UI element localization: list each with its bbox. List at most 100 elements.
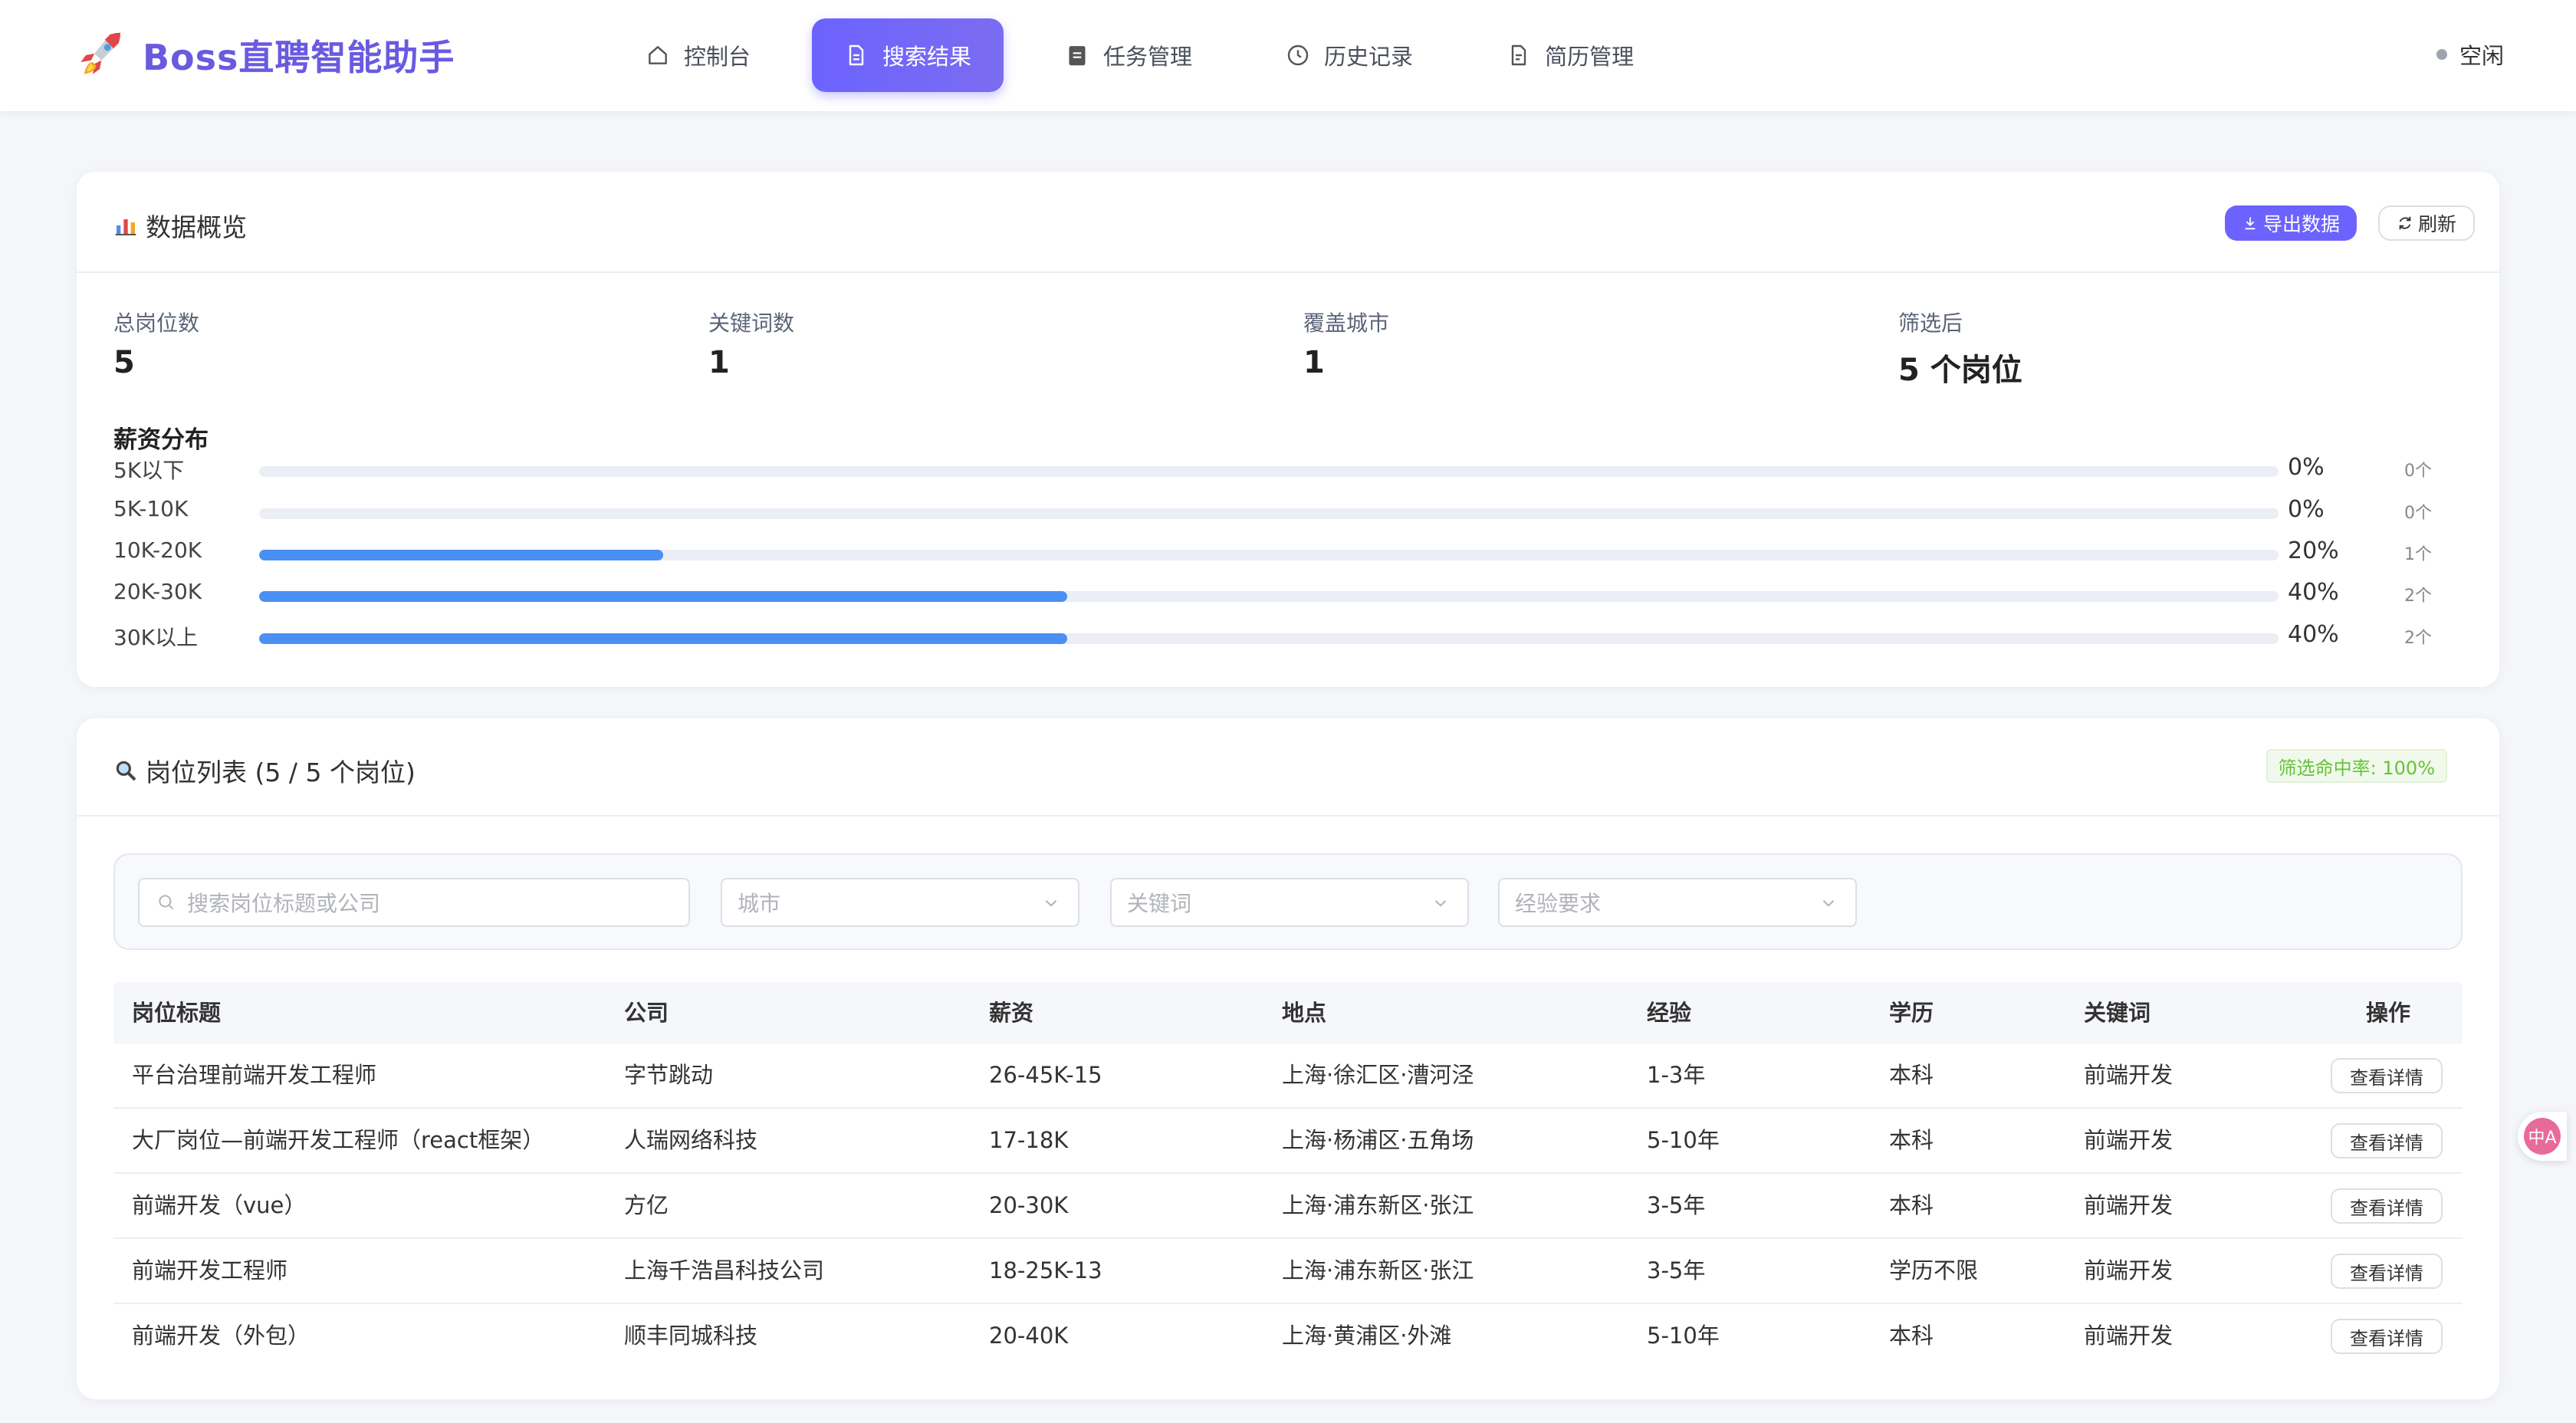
nav-task-management[interactable]: 任务管理 — [1033, 18, 1224, 92]
job-salary: 18-25K-13 — [989, 1257, 1102, 1283]
job-title: 前端开发（外包） — [132, 1323, 310, 1349]
export-label: 导出数据 — [2263, 214, 2341, 235]
salary-percent: 20% — [2288, 537, 2339, 564]
job-list-card: 岗位列表 (5 / 5 个岗位) 筛选命中率: 100% 搜索岗位标题或公司 城… — [77, 718, 2499, 1399]
job-table: 岗位标题 公司 薪资 地点 经验 学历 关键词 操作 平台治理前端开发工程师 字… — [113, 982, 2463, 1368]
job-education: 本科 — [1889, 1062, 1934, 1088]
nav-label: 控制台 — [684, 44, 751, 70]
job-company: 方亿 — [624, 1192, 669, 1218]
view-details-button[interactable]: 查看详情 — [2331, 1188, 2443, 1224]
view-details-button[interactable]: 查看详情 — [2331, 1319, 2443, 1354]
job-location: 上海·杨浦区·五角场 — [1282, 1127, 1474, 1153]
salary-bar-track — [259, 466, 2279, 477]
salary-distribution-title: 薪资分布 — [113, 426, 209, 454]
table-row: 平台治理前端开发工程师 字节跳动 26-45K-15 上海·徐汇区·漕河泾 1-… — [113, 1043, 2463, 1109]
translate-float-button[interactable]: 中A — [2518, 1112, 2567, 1161]
stats-row: 总岗位数 5 关键词数 1 覆盖城市 1 筛选后 5 个岗位 — [113, 307, 2475, 388]
table-row: 前端开发（外包） 顺丰同城科技 20-40K 上海·黄浦区·外滩 5-10年 本… — [113, 1304, 2463, 1368]
status-dot — [2436, 49, 2447, 60]
job-keyword: 前端开发 — [2084, 1127, 2174, 1153]
export-data-button[interactable]: 导出数据 — [2225, 205, 2358, 241]
job-experience: 3-5年 — [1647, 1257, 1706, 1283]
col-title: 岗位标题 — [132, 1000, 222, 1026]
keyword-select[interactable]: 关键词 — [1110, 878, 1469, 927]
job-title: 平台治理前端开发工程师 — [132, 1062, 377, 1088]
hit-rate-badge: 筛选命中率: 100% — [2266, 749, 2447, 783]
clock-icon — [1287, 44, 1309, 66]
job-location: 上海·徐汇区·漕河泾 — [1282, 1062, 1474, 1088]
refresh-button[interactable]: 刷新 — [2378, 205, 2476, 241]
search-input[interactable]: 搜索岗位标题或公司 — [138, 878, 690, 927]
salary-percent: 0% — [2288, 454, 2325, 481]
job-experience: 5-10年 — [1647, 1323, 1720, 1349]
status-text: 空闲 — [2459, 43, 2504, 69]
experience-placeholder: 经验要求 — [1515, 891, 1602, 916]
search-placeholder: 搜索岗位标题或公司 — [187, 891, 381, 916]
stat-value: 5 个岗位 — [1898, 353, 2022, 388]
salary-bar-fill — [259, 550, 663, 560]
job-keyword: 前端开发 — [2084, 1192, 2174, 1218]
nav-search-results[interactable]: 搜索结果 — [812, 18, 1004, 92]
overview-card-header: 数据概览 导出数据 刷新 — [77, 172, 2499, 273]
job-experience: 3-5年 — [1647, 1192, 1706, 1218]
filter-bar: 搜索岗位标题或公司 城市 关键词 经验要求 — [113, 853, 2463, 950]
salary-bar-track — [259, 591, 2279, 602]
nav-label: 简历管理 — [1545, 44, 1635, 70]
col-keyword: 关键词 — [2084, 1000, 2151, 1026]
salary-row: 5K-10K 0% 0个 — [113, 496, 2475, 527]
salary-bar-fill — [259, 633, 1067, 644]
salary-percent: 40% — [2288, 579, 2339, 606]
app-title: Boss直聘智能助手 — [143, 37, 455, 78]
col-experience: 经验 — [1647, 1000, 1692, 1026]
stat-label: 筛选后 — [1898, 311, 1963, 336]
salary-bar-fill — [259, 591, 1067, 602]
refresh-icon — [2399, 216, 2411, 230]
stat-value: 1 — [708, 345, 730, 380]
salary-bar-track — [259, 550, 2279, 560]
job-list-title-text: 岗位列表 (5 / 5 个岗位) — [146, 758, 416, 787]
document-icon — [849, 44, 864, 66]
nav-dashboard[interactable]: 控制台 — [613, 18, 783, 92]
job-experience: 5-10年 — [1647, 1127, 1720, 1153]
download-icon — [2245, 217, 2256, 230]
job-list-title: 岗位列表 (5 / 5 个岗位) — [113, 752, 416, 789]
view-details-button[interactable]: 查看详情 — [2331, 1254, 2443, 1289]
rocket-icon — [80, 32, 120, 74]
job-company: 顺丰同城科技 — [624, 1323, 758, 1349]
salary-range-label: 10K-20K — [113, 537, 202, 563]
overview-title-text: 数据概览 — [146, 212, 247, 242]
stat-value: 1 — [1303, 345, 1325, 380]
stat-label: 关键词数 — [708, 311, 795, 336]
job-location: 上海·浦东新区·张江 — [1282, 1192, 1474, 1218]
brand[interactable]: Boss直聘智能助手 — [72, 26, 455, 84]
salary-range-label: 30K以上 — [113, 625, 198, 650]
job-title: 前端开发工程师 — [132, 1257, 288, 1283]
col-company: 公司 — [624, 1000, 669, 1026]
job-salary: 17-18K — [989, 1127, 1069, 1153]
job-title: 大厂岗位—前端开发工程师（react框架） — [132, 1127, 545, 1153]
search-icon — [159, 895, 174, 910]
job-education: 本科 — [1889, 1323, 1934, 1349]
job-education: 本科 — [1889, 1127, 1934, 1153]
keyword-placeholder: 关键词 — [1127, 891, 1192, 916]
view-details-button[interactable]: 查看详情 — [2331, 1058, 2443, 1093]
stat-value: 5 — [113, 345, 135, 380]
clipboard-icon — [1069, 46, 1086, 66]
job-keyword: 前端开发 — [2084, 1323, 2174, 1349]
salary-range-label: 20K-30K — [113, 579, 202, 604]
salary-row: 10K-20K 20% 1个 — [113, 537, 2475, 568]
col-education: 学历 — [1889, 1000, 1934, 1026]
city-select[interactable]: 城市 — [721, 878, 1079, 927]
col-salary: 薪资 — [989, 1000, 1034, 1026]
experience-select[interactable]: 经验要求 — [1498, 878, 1857, 927]
view-details-button[interactable]: 查看详情 — [2331, 1123, 2443, 1158]
nav-history[interactable]: 历史记录 — [1254, 18, 1445, 92]
home-icon — [649, 46, 667, 64]
salary-percent: 40% — [2288, 621, 2339, 648]
main-nav: 控制台 搜索结果 任务管理 历史记录 简历管理 — [613, 18, 1695, 92]
table-header: 岗位标题 公司 薪资 地点 经验 学历 关键词 操作 — [113, 982, 2463, 1043]
job-location: 上海·黄浦区·外滩 — [1282, 1323, 1452, 1349]
chevron-down-icon — [1434, 900, 1447, 907]
nav-label: 历史记录 — [1324, 44, 1414, 70]
nav-resume-management[interactable]: 简历管理 — [1474, 18, 1666, 92]
